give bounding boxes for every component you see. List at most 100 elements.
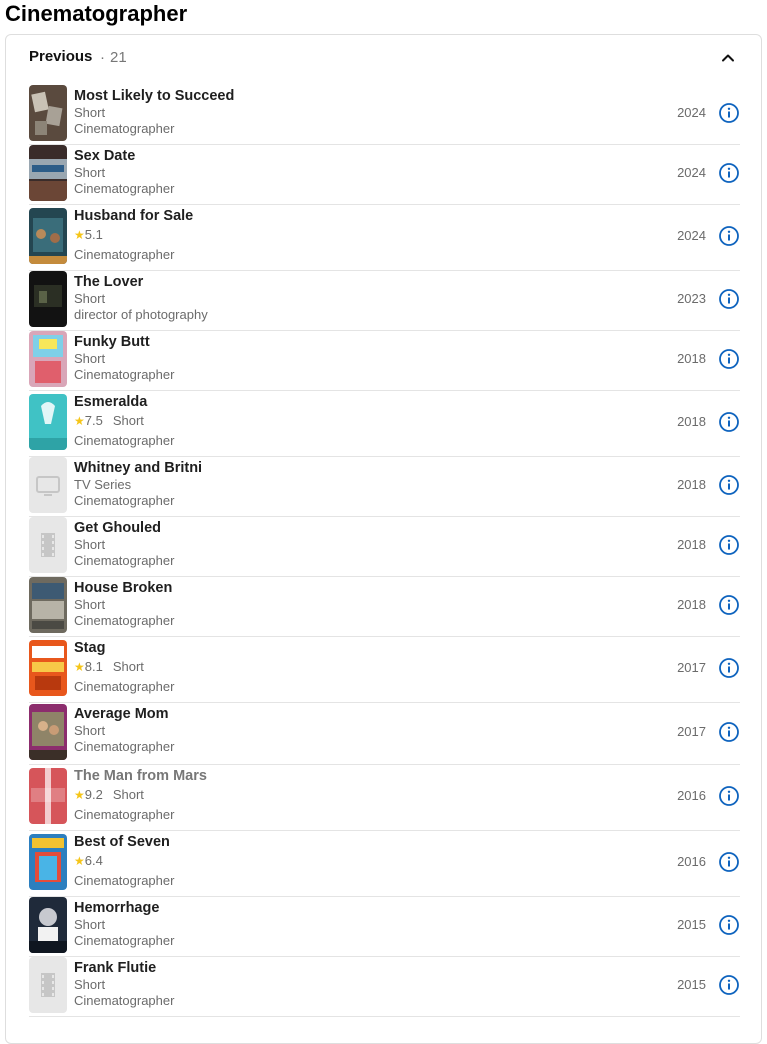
rating-value: 7.5 [84,413,103,428]
poster-image[interactable] [29,271,67,327]
panel-count: · 21 [100,49,127,66]
poster-image[interactable] [29,577,67,633]
credit-year: 2024 [677,228,706,243]
credit-type: Short [74,917,106,932]
credit-title[interactable]: Funky Butt [74,334,174,351]
poster-image[interactable] [29,834,67,890]
star-icon: ★ [74,788,85,802]
credit-role: Cinematographer [74,433,175,448]
credit-row[interactable]: Get Ghouled Short Cinematographer 2018 [29,517,740,577]
credit-title[interactable]: Sex Date [74,148,174,165]
info-icon[interactable] [718,851,740,873]
credit-row[interactable]: House Broken Short Cinematographer 2018 [29,577,740,637]
credit-info: Whitney and Britni TV Series Cinematograph… [74,460,202,509]
credit-info: The Man from Mars ★9.2 Short Cinematographe… [74,768,207,823]
credit-title[interactable]: Most Likely to Succeed [74,88,234,105]
credit-role: Cinematographer [74,181,175,196]
credit-row[interactable]: Stag ★8.1 Short Cinematographer 2017 [29,637,740,703]
credit-role: Cinematographer [74,873,175,888]
credit-row[interactable]: Frank Flutie Short Cinematographer 2015 [29,957,740,1017]
info-icon[interactable] [718,288,740,310]
poster-image[interactable] [29,85,67,141]
credit-meta: Short [74,977,174,993]
credit-title[interactable]: Esmeralda [74,394,174,411]
credit-title[interactable]: Husband for Sale [74,208,193,225]
poster-image[interactable] [29,897,67,953]
credit-info: Husband for Sale ★5.1 Cinematographer [74,208,193,263]
credit-year: 2017 [677,660,706,675]
info-icon[interactable] [718,594,740,616]
credit-type: Short [112,413,144,428]
info-icon[interactable] [718,534,740,556]
credit-row[interactable]: Most Likely to Succeed Short Cinematograph… [29,85,740,145]
credit-meta: Short [74,537,174,553]
credit-meta: ★5.1 [74,225,193,245]
info-icon[interactable] [718,474,740,496]
count-value: 21 [110,49,127,66]
credit-year: 2024 [677,105,706,120]
credit-info: Sex Date Short Cinematographer [74,148,174,197]
poster-image[interactable] [29,145,67,201]
tv-placeholder-icon[interactable] [29,457,67,513]
rating-value: 5.1 [84,227,103,242]
credit-title[interactable]: Whitney and Britni [74,460,202,477]
credit-title[interactable]: Frank Flutie [74,960,174,977]
credit-title[interactable]: The Lover [74,274,208,291]
credit-title[interactable]: The Man from Mars [74,768,207,785]
credit-role: Cinematographer [74,367,175,382]
rating-value: 8.1 [84,659,103,674]
credit-row[interactable]: Hemorrhage Short Cinematographer 2015 [29,897,740,957]
credit-info: Funky Butt Short Cinematographer [74,334,174,383]
credit-type: TV Series [74,477,132,492]
credit-title[interactable]: Hemorrhage [74,900,174,917]
info-icon[interactable] [718,785,740,807]
credit-row[interactable]: Whitney and Britni TV Series Cinematograph… [29,457,740,517]
credit-title[interactable]: Average Mom [74,706,174,723]
credit-meta: ★6.4 [74,851,174,871]
poster-image[interactable] [29,394,67,450]
credit-row[interactable]: The Lover Short director of photography 202… [29,271,740,331]
credit-row[interactable]: Funky Butt Short Cinematographer 2018 [29,331,740,391]
credit-meta: Short [74,917,174,933]
info-icon[interactable] [718,721,740,743]
poster-image[interactable] [29,208,67,264]
credit-row[interactable]: Husband for Sale ★5.1 Cinematographer 2024 [29,205,740,271]
credit-row[interactable]: Average Mom Short Cinematographer 2017 [29,703,740,765]
credit-meta: Short [74,165,174,181]
poster-image[interactable] [29,704,67,760]
rating-value: 9.2 [84,787,103,802]
credit-row[interactable]: The Man from Mars ★9.2 Short Cinematographe… [29,765,740,831]
rating-value: 6.4 [84,853,103,868]
poster-image[interactable] [29,768,67,824]
poster-image[interactable] [29,331,67,387]
credit-row[interactable]: Best of Seven ★6.4 Cinematographer 2016 [29,831,740,897]
credit-year: 2017 [677,724,706,739]
panel-header[interactable]: Previous · 21 [6,35,761,81]
info-icon[interactable] [718,162,740,184]
credit-role: Cinematographer [74,739,175,754]
credit-info: Frank Flutie Short Cinematographer [74,960,174,1009]
credit-row[interactable]: Esmeralda ★7.5 Short Cinematographer 2018 [29,391,740,457]
chevron-up-icon[interactable] [717,47,739,69]
credit-info: Most Likely to Succeed Short Cinematograph… [74,88,234,137]
info-icon[interactable] [718,657,740,679]
credit-row[interactable]: Sex Date Short Cinematographer 2024 [29,145,740,205]
credit-role: Cinematographer [74,247,175,262]
credit-title[interactable]: Best of Seven [74,834,174,851]
credit-info: Get Ghouled Short Cinematographer [74,520,174,569]
film-placeholder-icon[interactable] [29,957,67,1013]
credit-title[interactable]: Stag [74,640,174,657]
info-icon[interactable] [718,102,740,124]
info-icon[interactable] [718,914,740,936]
section-title: Cinematographer [5,1,188,26]
credits-panel: Previous · 21 Most Likely to Succeed Short… [5,34,762,1044]
film-placeholder-icon[interactable] [29,517,67,573]
poster-image[interactable] [29,640,67,696]
credit-title[interactable]: Get Ghouled [74,520,174,537]
credit-title[interactable]: House Broken [74,580,174,597]
info-icon[interactable] [718,225,740,247]
credit-role: Cinematographer [74,553,175,568]
info-icon[interactable] [718,411,740,433]
info-icon[interactable] [718,974,740,996]
info-icon[interactable] [718,348,740,370]
